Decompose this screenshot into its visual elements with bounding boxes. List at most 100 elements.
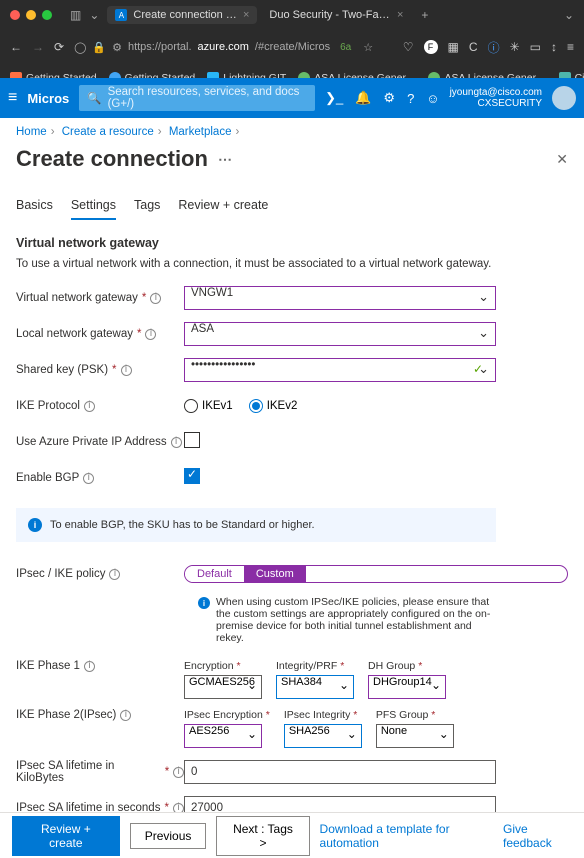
- qr-icon[interactable]: ▦: [448, 40, 459, 54]
- p1-enc-select[interactable]: GCMAES256: [184, 675, 262, 699]
- url-field[interactable]: ◯ 🔒 ⚙ https://portal.azure.com/#create/M…: [74, 41, 393, 54]
- crumb[interactable]: Home: [16, 126, 47, 138]
- info-icon[interactable]: i: [109, 569, 120, 580]
- previous-button[interactable]: Previous: [130, 823, 207, 849]
- form: Virtual network gateway * i VNGW1 Local …: [16, 284, 568, 858]
- info-icon[interactable]: i: [84, 661, 95, 672]
- policy-help: i When using custom IPSec/IKE policies, …: [198, 596, 498, 644]
- vng-select[interactable]: VNGW1: [184, 286, 496, 310]
- sa-kb-label: IPsec SA lifetime in KiloBytes * i: [16, 760, 184, 784]
- p2-pfs-select[interactable]: None: [376, 724, 454, 748]
- bookmark-star-icon[interactable]: ☆: [363, 41, 373, 54]
- review-create-button[interactable]: Review + create: [12, 816, 120, 856]
- psk-input[interactable]: ••••••••••••••••✓: [184, 358, 496, 382]
- ext-icon[interactable]: ↕: [551, 40, 557, 54]
- give-feedback-link[interactable]: Give feedback: [503, 822, 572, 850]
- browser-tab[interactable]: Duo Security - Two-Factor Auth ×: [261, 6, 411, 24]
- more-icon[interactable]: ⋯: [218, 151, 232, 168]
- feedback-icon[interactable]: ☺: [426, 91, 439, 106]
- tab-settings[interactable]: Settings: [71, 198, 116, 220]
- info-icon[interactable]: i: [84, 401, 95, 412]
- private-ip-checkbox[interactable]: [184, 432, 200, 448]
- forward-icon[interactable]: →: [32, 40, 44, 54]
- page-content: Create connection ⋯ ✕ Basics Settings Ta…: [0, 142, 584, 858]
- new-tab-icon[interactable]: +: [421, 8, 428, 22]
- info-icon: i: [198, 597, 210, 609]
- tab-review[interactable]: Review + create: [178, 198, 268, 220]
- search-placeholder: Search resources, services, and docs (G+…: [108, 86, 308, 110]
- avatar[interactable]: [552, 86, 576, 110]
- tab-tags[interactable]: Tags: [134, 198, 160, 220]
- p1-int-select[interactable]: SHA384: [276, 675, 354, 699]
- p2-enc-select[interactable]: AES256: [184, 724, 262, 748]
- hamburger-icon[interactable]: ≡: [8, 89, 17, 107]
- crumb[interactable]: Marketplace: [169, 126, 232, 138]
- chevron-down-icon[interactable]: ⌄: [564, 8, 574, 22]
- lock-icon: 🔒: [92, 41, 106, 54]
- browser-tab-active[interactable]: A Create connection - Microsoft A ×: [107, 6, 257, 24]
- bgp-label: Enable BGP i: [16, 472, 184, 484]
- ext-icon[interactable]: F: [424, 40, 438, 54]
- azure-portal: ≡ Micros 🔍 Search resources, services, a…: [0, 78, 584, 858]
- account-info[interactable]: jyoungta@cisco.com CXSECURITY: [450, 87, 542, 109]
- help-icon[interactable]: ?: [407, 91, 414, 106]
- tab-title: Create connection - Microsoft A: [133, 9, 237, 21]
- sidebar-toggle-icon[interactable]: ▥: [70, 8, 81, 22]
- bgp-checkbox[interactable]: [184, 468, 200, 484]
- info-icon[interactable]: i: [145, 329, 156, 340]
- p1-dh-select[interactable]: DHGroup14: [368, 675, 446, 699]
- shield-icon: ◯: [74, 41, 86, 54]
- notifications-icon[interactable]: 🔔: [355, 90, 371, 106]
- ext-icon[interactable]: ⓘ: [488, 39, 500, 56]
- sa-kb-input[interactable]: 0: [184, 760, 496, 784]
- info-icon[interactable]: i: [173, 767, 184, 778]
- close-tab-icon[interactable]: ×: [397, 9, 403, 21]
- azure-favicon: A: [115, 9, 127, 21]
- section-heading: Virtual network gateway: [16, 236, 568, 250]
- ext-icon[interactable]: ▭: [530, 40, 541, 54]
- back-icon[interactable]: ←: [10, 40, 22, 54]
- search-icon: 🔍: [87, 91, 101, 105]
- info-icon[interactable]: i: [120, 710, 131, 721]
- ikev1-radio[interactable]: IKEv1: [184, 399, 233, 413]
- portal-topbar: ≡ Micros 🔍 Search resources, services, a…: [0, 78, 584, 118]
- policy-custom[interactable]: Custom: [244, 566, 306, 582]
- window-controls: [10, 10, 52, 20]
- download-template-link[interactable]: Download a template for automation: [320, 822, 493, 850]
- ikev2-radio[interactable]: IKEv2: [249, 399, 298, 413]
- p1-dh-label: DH Group *: [368, 660, 446, 672]
- p2-int-label: IPsec Integrity *: [284, 709, 362, 721]
- close-window[interactable]: [10, 10, 20, 20]
- info-icon[interactable]: i: [83, 473, 94, 484]
- url-prefix: https://portal.: [128, 41, 192, 53]
- tab-basics[interactable]: Basics: [16, 198, 53, 220]
- browser-addressbar: ← → ⟳ ◯ 🔒 ⚙ https://portal.azure.com/#cr…: [0, 30, 584, 64]
- portal-icons: ❯_ 🔔 ⚙ ? ☺: [325, 90, 439, 106]
- crumb[interactable]: Create a resource: [62, 126, 154, 138]
- settings-icon[interactable]: ⚙: [383, 90, 395, 106]
- info-icon[interactable]: i: [121, 365, 132, 376]
- minimize-window[interactable]: [26, 10, 36, 20]
- next-button[interactable]: Next : Tags >: [216, 816, 309, 856]
- ext-icon[interactable]: ✳: [510, 40, 520, 54]
- portal-brand: Micros: [27, 91, 69, 106]
- psk-label: Shared key (PSK) * i: [16, 364, 184, 376]
- pocket-icon[interactable]: ♡: [403, 40, 414, 54]
- p1-int-label: Integrity/PRF *: [276, 660, 354, 672]
- lng-label: Local network gateway * i: [16, 328, 184, 340]
- portal-search[interactable]: 🔍 Search resources, services, and docs (…: [79, 85, 315, 111]
- close-blade-icon[interactable]: ✕: [556, 151, 568, 168]
- ext-icon[interactable]: C: [469, 40, 478, 54]
- cloudshell-icon[interactable]: ❯_: [325, 90, 343, 106]
- info-icon[interactable]: i: [150, 293, 161, 304]
- reload-icon[interactable]: ⟳: [54, 40, 64, 54]
- maximize-window[interactable]: [42, 10, 52, 20]
- section-description: To use a virtual network with a connecti…: [16, 258, 568, 270]
- p2-int-select[interactable]: SHA256: [284, 724, 362, 748]
- info-icon[interactable]: i: [171, 437, 182, 448]
- chevron-down-icon[interactable]: ⌄: [89, 8, 99, 22]
- close-tab-icon[interactable]: ×: [243, 9, 249, 21]
- lng-select[interactable]: ASA: [184, 322, 496, 346]
- policy-default[interactable]: Default: [185, 566, 244, 582]
- menu-icon[interactable]: ≡: [567, 40, 574, 54]
